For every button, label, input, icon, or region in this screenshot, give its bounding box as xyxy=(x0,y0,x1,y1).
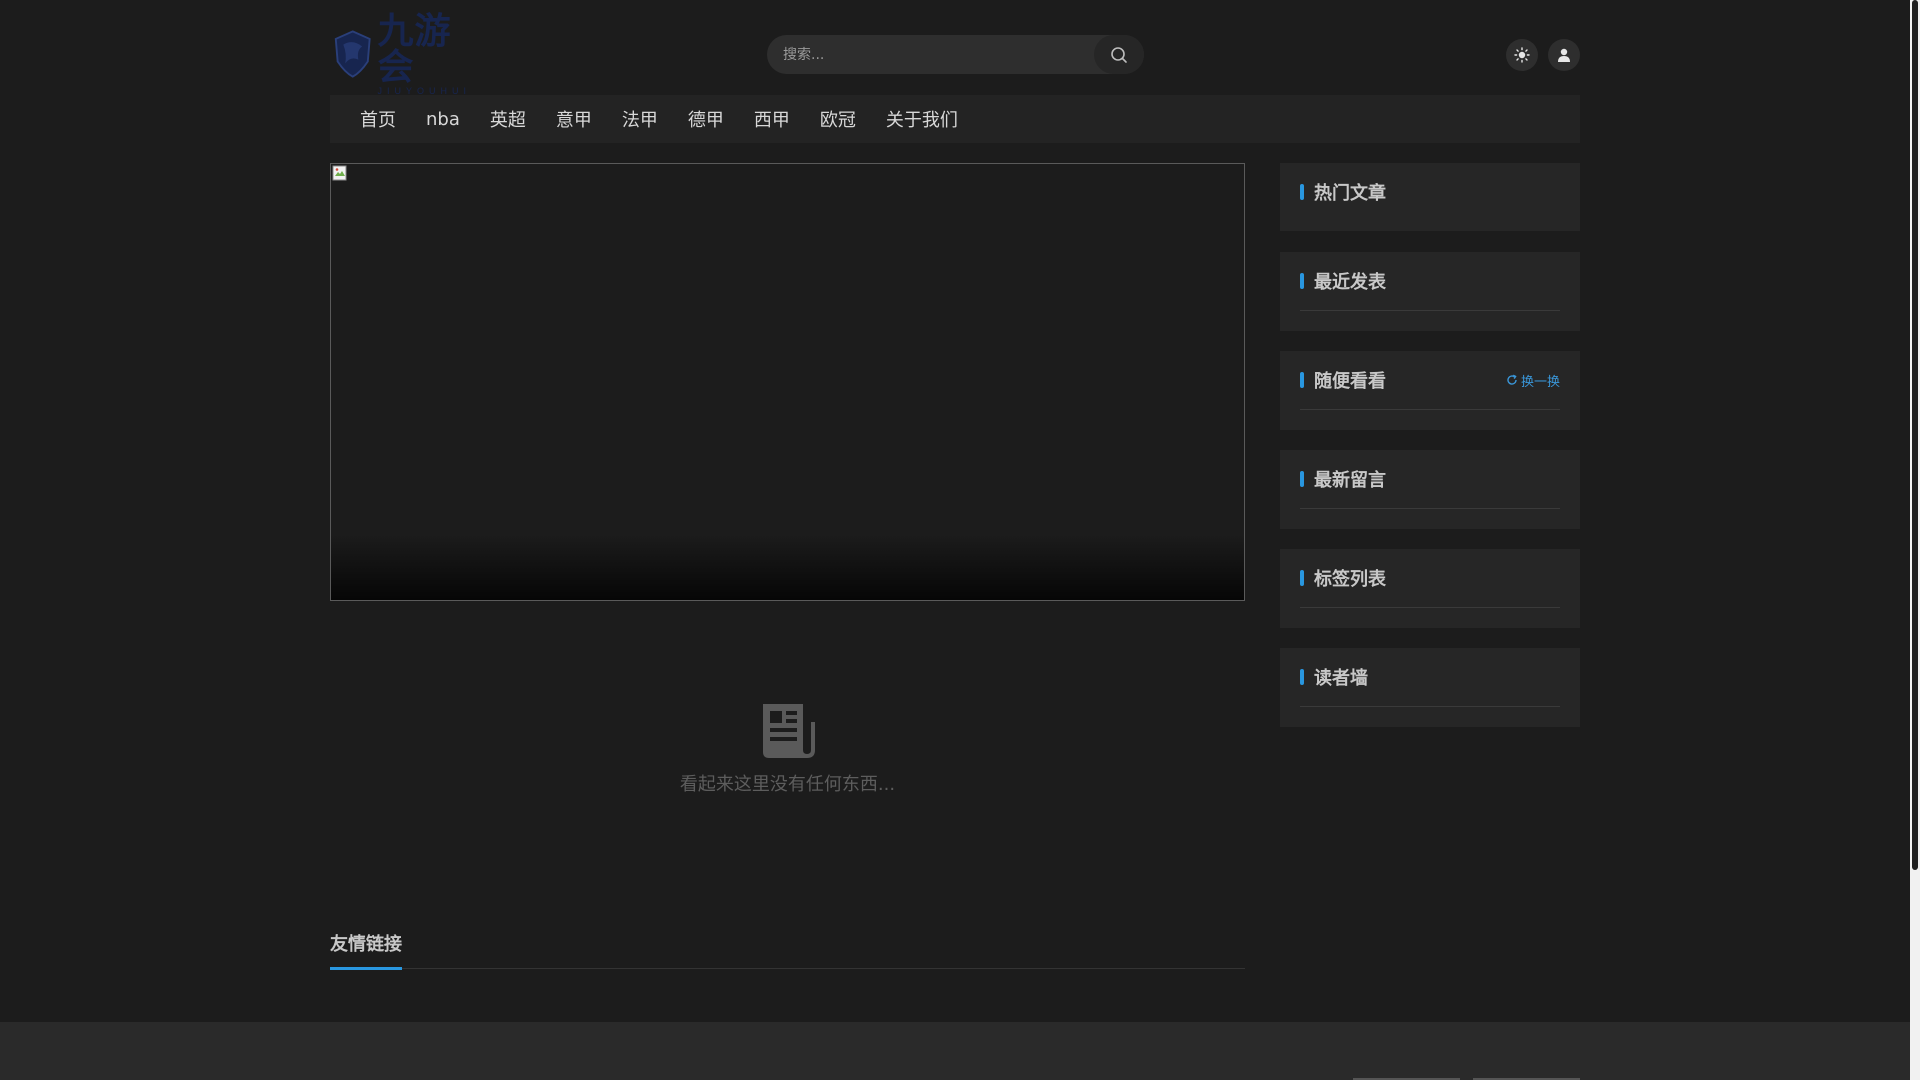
nav-item-nba[interactable]: nba xyxy=(426,109,460,130)
nav-item-bundesliga[interactable]: 德甲 xyxy=(688,106,724,132)
empty-state: 看起来这里没有任何东西... xyxy=(330,700,1245,796)
widget-title-hot-articles: 热门文章 xyxy=(1314,183,1386,204)
nav-item-home[interactable]: 首页 xyxy=(360,106,396,132)
title-accent-bar xyxy=(1300,184,1304,200)
banner-slider[interactable] xyxy=(330,163,1245,601)
widget-divider xyxy=(1300,706,1560,707)
nav-item-about-us[interactable]: 关于我们 xyxy=(886,106,958,132)
search-box xyxy=(767,35,1144,74)
page: 九游会 JIUYOUHUI 搜索... 首页 nba 英超 意甲 法甲 德甲 西… xyxy=(0,0,1910,1080)
nav-item-la-liga[interactable]: 西甲 xyxy=(754,106,790,132)
title-accent-bar xyxy=(1300,471,1304,487)
title-accent-bar xyxy=(1300,669,1304,685)
site-logo[interactable]: 九游会 JIUYOUHUI xyxy=(332,13,482,95)
theme-toggle-button[interactable] xyxy=(1506,39,1538,71)
search-icon xyxy=(1111,46,1127,63)
widget-tag-list: 标签列表 xyxy=(1280,549,1580,628)
nav-item-premier-league[interactable]: 英超 xyxy=(490,106,526,132)
main-nav: 首页 nba 英超 意甲 法甲 德甲 西甲 欧冠 关于我们 xyxy=(330,95,1580,143)
scrollbar[interactable] xyxy=(1910,0,1920,1080)
scrollbar-thumb[interactable] xyxy=(1912,0,1918,870)
newspaper-icon xyxy=(762,704,815,758)
title-accent-bar xyxy=(1300,570,1304,586)
widget-title-readers-wall: 读者墙 xyxy=(1314,668,1368,689)
widget-title-recent-posts: 最近发表 xyxy=(1314,272,1386,293)
header: 九游会 JIUYOUHUI xyxy=(330,0,1580,95)
user-button[interactable] xyxy=(1548,39,1580,71)
refresh-button[interactable]: 换一换 xyxy=(1506,371,1560,390)
search-button[interactable] xyxy=(1094,35,1144,74)
widget-title-latest-comments: 最新留言 xyxy=(1314,470,1386,491)
nav-item-ligue-1[interactable]: 法甲 xyxy=(622,106,658,132)
widget-divider xyxy=(1300,409,1560,410)
nav-item-champions-league[interactable]: 欧冠 xyxy=(820,106,856,132)
widget-title-random-view: 随便看看 xyxy=(1314,371,1386,392)
nav-item-serie-a[interactable]: 意甲 xyxy=(556,106,592,132)
sun-icon xyxy=(1514,47,1530,63)
widget-title-tag-list: 标签列表 xyxy=(1314,569,1386,590)
widget-divider xyxy=(1300,310,1560,311)
title-accent-bar xyxy=(1300,273,1304,289)
logo-emblem-icon xyxy=(334,30,371,78)
widget-divider xyxy=(1300,508,1560,509)
widget-recent-posts: 最近发表 xyxy=(1280,252,1580,331)
widget-random-view: 随便看看 换一换 xyxy=(1280,351,1580,430)
empty-message: 看起来这里没有任何东西... xyxy=(679,774,896,795)
user-icon xyxy=(1558,48,1570,62)
widget-divider xyxy=(1300,607,1560,608)
friend-links-section: 友情链接 xyxy=(330,930,1245,970)
title-accent-bar xyxy=(1300,372,1304,388)
logo-title: 九游会 xyxy=(377,9,452,88)
refresh-icon xyxy=(1507,374,1517,385)
broken-image-icon xyxy=(332,165,347,181)
friend-links-divider xyxy=(330,968,1245,969)
widget-readers-wall: 读者墙 xyxy=(1280,648,1580,727)
refresh-label: 换一换 xyxy=(1520,374,1560,390)
widget-hot-articles: 热门文章 xyxy=(1280,163,1580,231)
friend-links-title[interactable]: 友情链接 xyxy=(330,930,402,970)
footer xyxy=(0,1022,1910,1080)
search-input[interactable] xyxy=(767,35,1094,74)
widget-latest-comments: 最新留言 xyxy=(1280,450,1580,529)
